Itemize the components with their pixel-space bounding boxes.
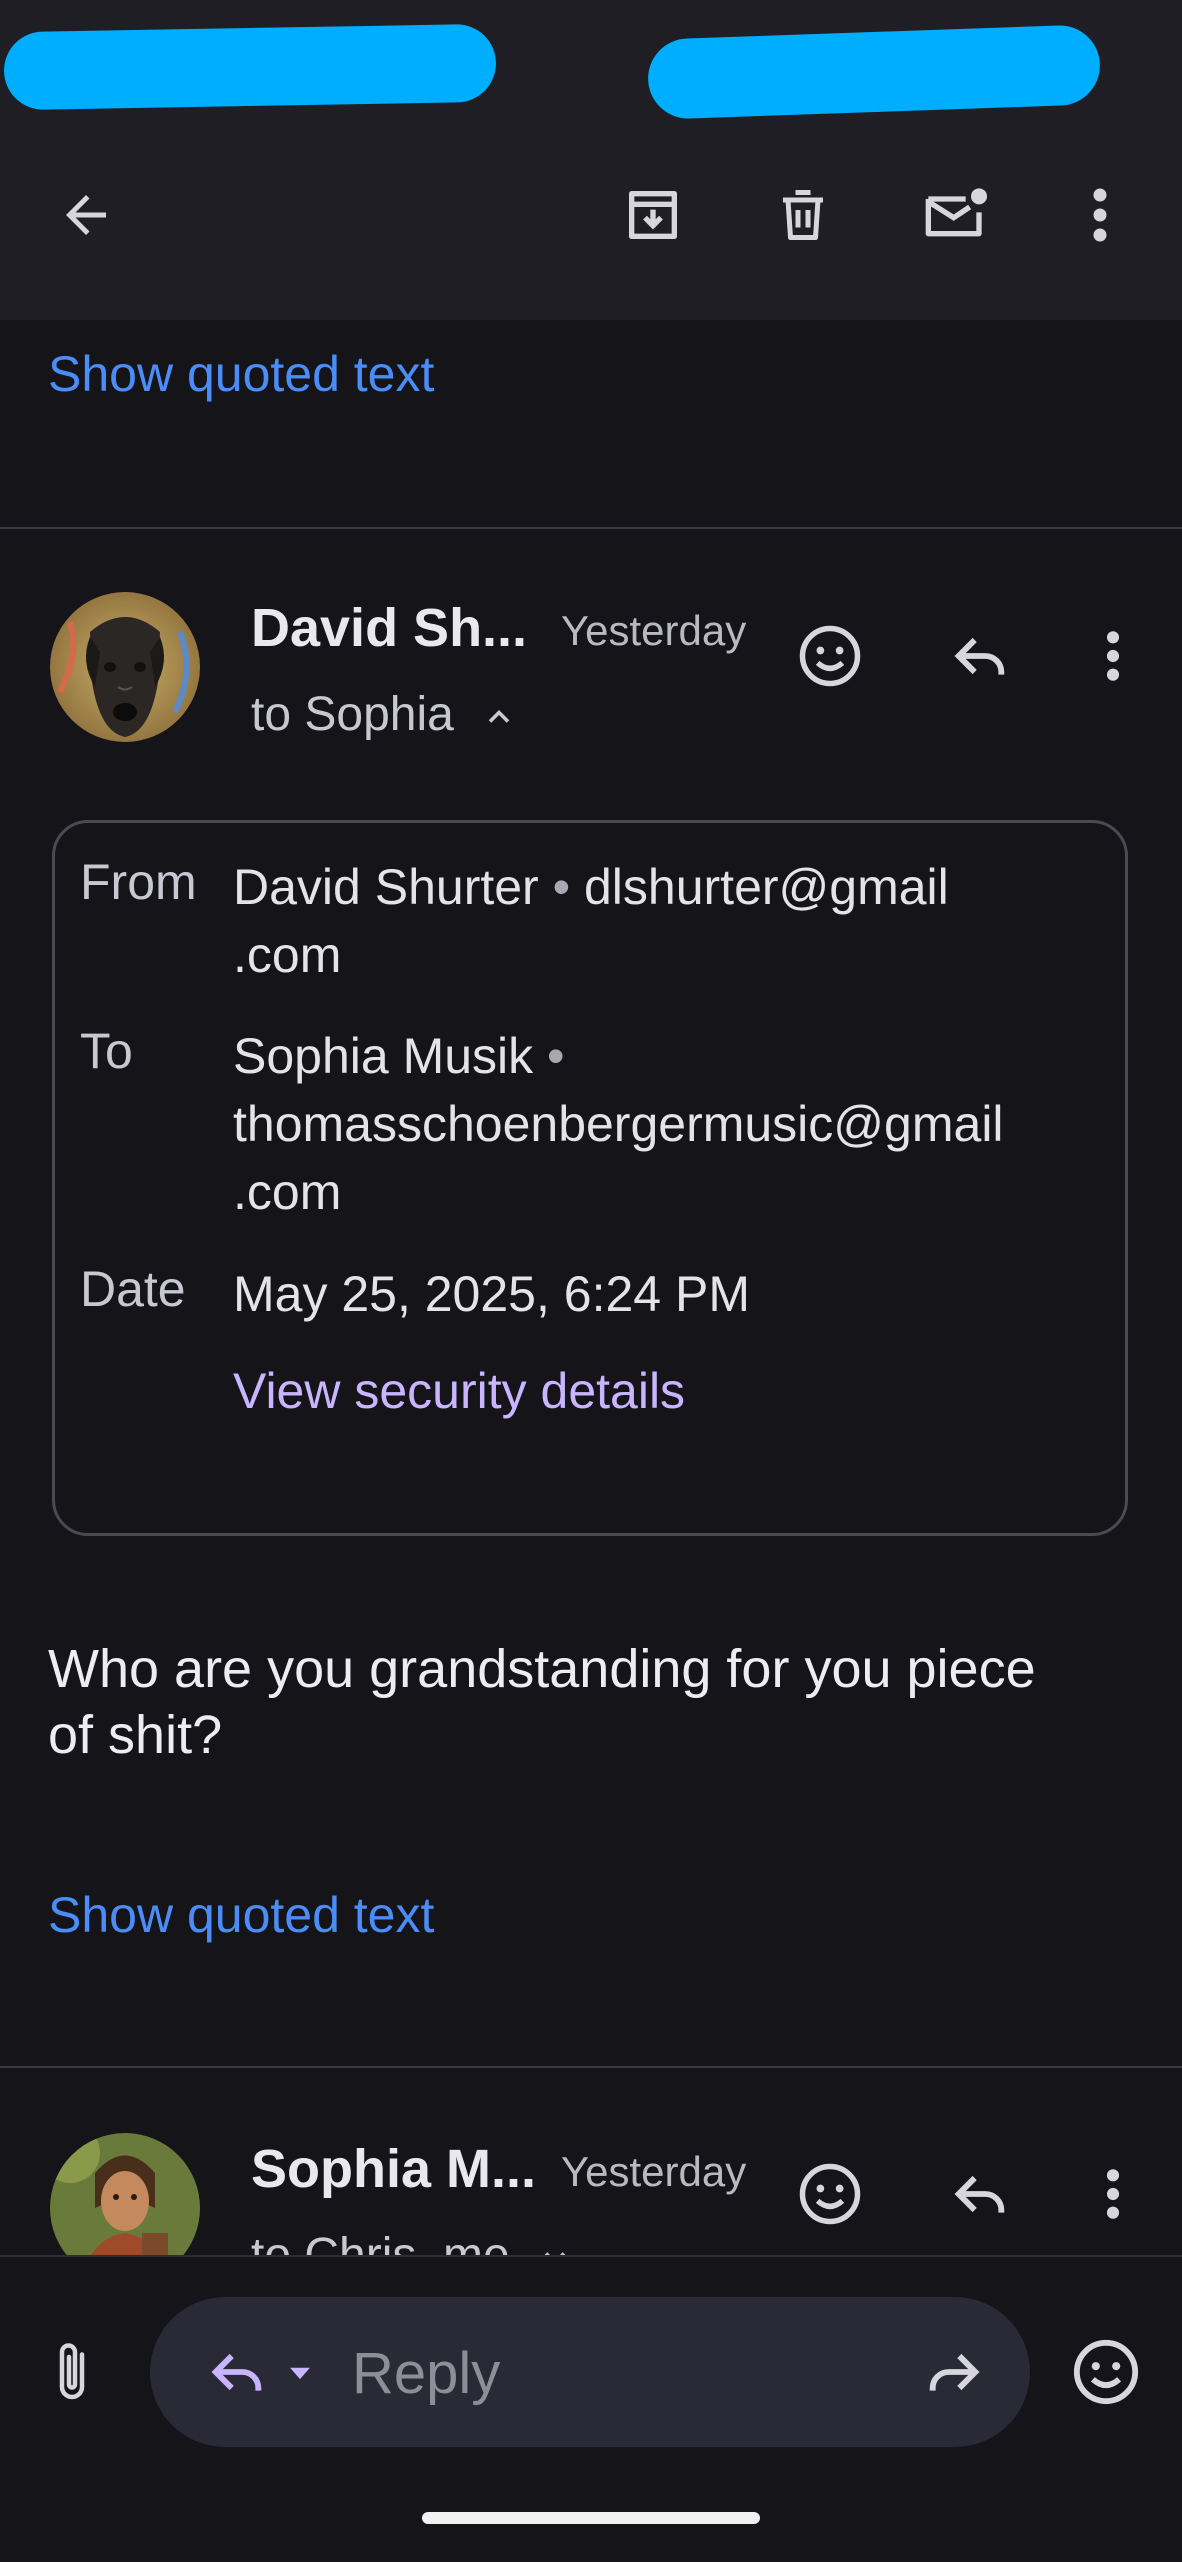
show-quoted-text-link[interactable]: Show quoted text <box>48 345 434 403</box>
message-more-button[interactable] <box>1063 2144 1163 2244</box>
message-time: Yesterday <box>561 2148 747 2195</box>
trash-icon[interactable] <box>753 165 853 265</box>
message-divider <box>0 2066 1182 2068</box>
reply-button[interactable] <box>930 2144 1030 2244</box>
from-email-continued[interactable]: .com <box>233 921 949 989</box>
chevron-up-icon <box>488 710 510 724</box>
forward-icon <box>929 2353 980 2391</box>
reply-mode-button[interactable] <box>186 2322 336 2422</box>
to-name: Sophia Musik <box>233 1028 534 1084</box>
recipients-toggle[interactable]: to Sophia <box>251 687 517 742</box>
message-divider <box>0 527 1182 529</box>
sender-name[interactable]: Sophia M... <box>251 2138 536 2200</box>
emoji-icon <box>799 2163 861 2225</box>
reply-icon <box>954 637 1005 675</box>
view-security-details-link[interactable]: View security details <box>233 1362 685 1420</box>
reply-button[interactable] <box>930 606 1030 706</box>
caret-down-icon <box>290 2367 310 2380</box>
recipients-text: to Sophia <box>251 688 454 741</box>
date-label: Date <box>80 1261 186 1317</box>
more-vert-icon <box>1106 2169 1120 2219</box>
top-toolbar <box>0 120 1182 320</box>
status-bar <box>0 0 1182 120</box>
message-body-line: Who are you grandstanding for you piece <box>48 1639 1036 1699</box>
sender-name[interactable]: David Sh... <box>251 597 527 659</box>
emoji-icon <box>799 625 861 687</box>
arrow-left-icon[interactable] <box>36 165 136 265</box>
from-name: David Shurter <box>233 859 539 915</box>
archive-icon[interactable] <box>603 165 703 265</box>
from-value: David Shurter • dlshurter@gmail .com <box>233 853 949 989</box>
redaction-mark <box>3 23 497 111</box>
more-vert-icon[interactable] <box>1050 165 1150 265</box>
show-quoted-text-link[interactable]: Show quoted text <box>48 1886 434 1944</box>
emoji-button[interactable] <box>1056 2322 1156 2422</box>
redaction-mark <box>646 24 1102 120</box>
attachment-button[interactable] <box>22 2322 122 2422</box>
emoji-icon <box>1073 2339 1139 2405</box>
paperclip-icon <box>59 2343 85 2400</box>
recipients-text: to Chris, me <box>251 2229 510 2255</box>
date-value: May 25, 2025, 6:24 PM <box>233 1266 750 1322</box>
recipients-toggle[interactable]: to Chris, me <box>251 2228 573 2255</box>
more-vert-icon <box>1106 631 1120 681</box>
to-label: To <box>80 1023 133 1079</box>
message-more-button[interactable] <box>1063 606 1163 706</box>
reply-icon <box>211 2353 262 2391</box>
from-email[interactable]: dlshurter@gmail <box>584 859 949 915</box>
to-email[interactable]: thomasschoenbergermusic@gmail <box>233 1090 1004 1158</box>
avatar[interactable] <box>50 2133 200 2255</box>
message-body: Who are you grandstanding for you piece … <box>48 1636 1108 1768</box>
chevron-down-icon <box>544 2252 566 2255</box>
add-reaction-button[interactable] <box>780 606 880 706</box>
to-email-continued[interactable]: .com <box>233 1158 1004 1226</box>
from-label: From <box>80 854 197 910</box>
add-reaction-button[interactable] <box>780 2144 880 2244</box>
collapsed-message-header[interactable]: Sophia M... Yesterday to Chris, me <box>0 2100 1182 2255</box>
home-indicator[interactable] <box>422 2512 760 2524</box>
avatar[interactable] <box>50 592 200 742</box>
message-time: Yesterday <box>561 607 747 654</box>
reply-icon <box>954 2175 1005 2213</box>
to-value: Sophia Musik • thomasschoenbergermusic@g… <box>233 1022 1004 1226</box>
mark-unread-icon[interactable] <box>905 165 1005 265</box>
message-body-line: of shit? <box>48 1705 223 1765</box>
reply-placeholder[interactable]: Reply <box>352 2340 500 2407</box>
forward-button[interactable] <box>904 2322 1004 2422</box>
